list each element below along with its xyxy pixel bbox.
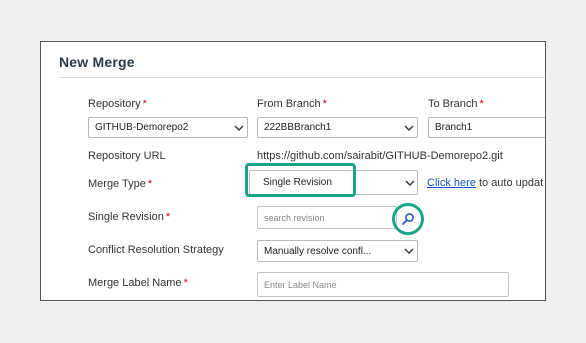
search-revision-input[interactable]: search revision [257,206,397,229]
chevron-down-icon [401,241,417,261]
merge-type-label: Merge Type * [88,178,153,190]
repository-label: Repository * [88,98,147,110]
conflict-strategy-select[interactable]: Manually resolve confl... [257,240,418,262]
repository-url-value: https://github.com/sairabit/GITHUB-Demor… [257,150,503,162]
merge-label-name-label: Merge Label Name * [88,277,188,289]
to-branch-select[interactable]: Branch1 [428,117,545,138]
merge-type-highlight [245,163,356,197]
conflict-strategy-label: Conflict Resolution Strategy [88,244,224,256]
merge-label-name-input[interactable]: Enter Label Name [257,272,509,297]
single-revision-label: Single Revision * [88,211,171,223]
auto-update-hint: Click here to auto updat [427,177,544,189]
repository-url-label: Repository URL [88,150,166,162]
new-merge-dialog: New Merge Repository * From Branch * To Br… [40,41,546,301]
repository-select[interactable]: GITHUB-Demorepo2 [88,117,248,138]
chevron-down-icon [401,118,417,137]
dialog-title: New Merge [59,54,135,70]
search-icon [402,213,414,225]
to-branch-label: To Branch * [428,98,484,110]
search-revision-button[interactable] [399,210,417,228]
chevron-down-icon [231,118,247,137]
chevron-down-icon [402,170,418,195]
click-here-link[interactable]: Click here [427,177,476,189]
title-divider [59,77,545,78]
from-branch-label: From Branch * [257,98,327,110]
from-branch-select[interactable]: 222BBBranch1 [257,117,418,138]
